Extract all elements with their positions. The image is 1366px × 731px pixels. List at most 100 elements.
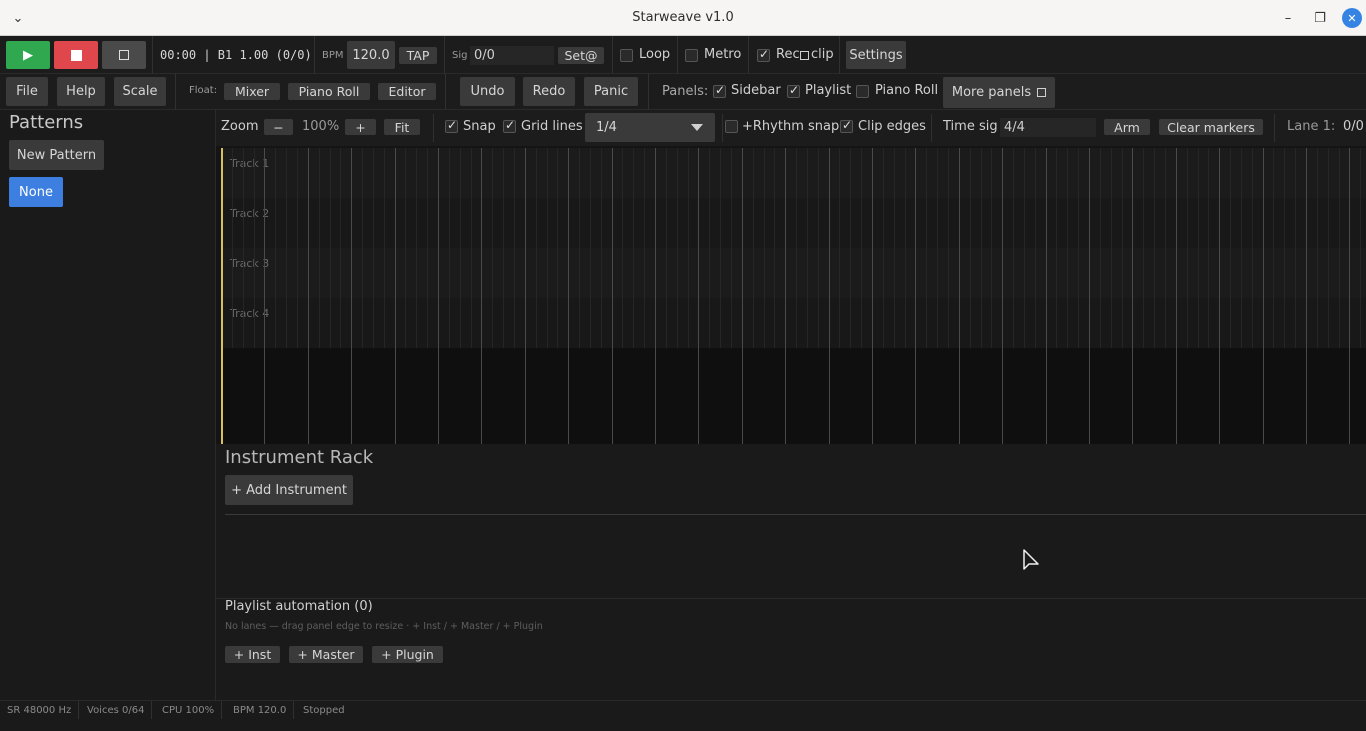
beat-line	[362, 148, 363, 348]
track-lane[interactable]: Track 1	[221, 148, 1366, 198]
new-pattern-button[interactable]: New Pattern	[9, 140, 104, 170]
add-instrument-button[interactable]: + Add Instrument	[225, 475, 353, 505]
track-lane[interactable]: Track 2	[221, 198, 1366, 248]
beat-line	[1143, 148, 1144, 348]
bar-line	[1046, 148, 1047, 444]
beat-line	[384, 148, 385, 348]
beat-line	[601, 148, 602, 348]
arm-button[interactable]: Arm	[1104, 119, 1150, 135]
playhead[interactable]	[221, 148, 223, 444]
clear-markers-button[interactable]: Clear markers	[1159, 119, 1263, 135]
beat-line	[373, 148, 374, 348]
lane-value: 0/0	[1343, 119, 1364, 134]
bar-line	[829, 148, 830, 444]
zoom-label: Zoom	[221, 119, 259, 134]
beat-line	[731, 148, 732, 348]
beat-line	[1339, 148, 1340, 348]
beat-line	[709, 148, 710, 348]
beat-line	[720, 148, 721, 348]
bar-line	[1219, 148, 1220, 444]
settings-button[interactable]: Settings	[846, 41, 906, 69]
rec-clip-checkbox[interactable]	[757, 47, 770, 62]
beat-line	[991, 148, 992, 348]
bar-line	[568, 148, 569, 444]
bar-line	[1132, 148, 1133, 444]
zoom-out-button[interactable]: −	[264, 119, 293, 135]
track-lane[interactable]: Track 4	[221, 298, 1366, 348]
loop-checkbox[interactable]	[620, 49, 633, 62]
clip-edges-label: Clip edges	[858, 119, 926, 134]
title-bar: ⌄ Starweave v1.0 – ❐ ✕	[0, 0, 1366, 36]
panels-label: Panels:	[662, 84, 709, 99]
beat-line	[753, 148, 754, 348]
panel-playlist-checkbox[interactable]	[787, 83, 800, 98]
bar-line	[959, 148, 960, 444]
beat-line	[492, 148, 493, 348]
file-menu[interactable]: File	[6, 77, 48, 106]
beat-line	[839, 148, 840, 348]
cpu-status: CPU 100%	[155, 701, 223, 719]
tap-button[interactable]: TAP	[399, 47, 437, 64]
bar-line	[438, 148, 439, 444]
snap-checkbox[interactable]	[445, 118, 458, 133]
panic-button[interactable]: Panic	[584, 77, 638, 106]
sig-field[interactable]: 0/0	[470, 46, 554, 65]
playlist-grid[interactable]: Track 1 Track 2 Track 3 Track 4	[221, 148, 1366, 444]
add-plugin-automation-button[interactable]: + Plugin	[372, 646, 443, 663]
panel-pianoroll-checkbox[interactable]	[856, 85, 869, 98]
scale-menu[interactable]: Scale	[114, 77, 166, 106]
close-icon[interactable]: ✕	[1342, 8, 1362, 28]
metro-checkbox[interactable]	[685, 49, 698, 62]
playlist-automation-panel: Playlist automation (0) No lanes — drag …	[216, 598, 1366, 700]
float-mixer-button[interactable]: Mixer	[224, 83, 280, 100]
beat-line	[1165, 148, 1166, 348]
set-at-button[interactable]: Set@	[558, 47, 604, 64]
float-label: Float:	[189, 85, 218, 96]
beat-line	[536, 148, 537, 348]
beat-line	[514, 148, 515, 348]
help-menu[interactable]: Help	[57, 77, 105, 106]
pattern-item-none[interactable]: None	[9, 177, 63, 207]
redo-button[interactable]: Redo	[523, 77, 575, 106]
more-panels-button[interactable]: More panels	[943, 77, 1055, 108]
beat-line	[1024, 148, 1025, 348]
panel-playlist-label: Playlist	[805, 83, 852, 98]
instrument-rack-title: Instrument Rack	[225, 447, 374, 468]
record-mode-button[interactable]	[102, 41, 146, 69]
fit-button[interactable]: Fit	[384, 119, 420, 135]
add-master-automation-button[interactable]: + Master	[289, 646, 363, 663]
restore-icon[interactable]: ❐	[1310, 8, 1330, 28]
beat-line	[677, 148, 678, 348]
track-lane[interactable]: Track 3	[221, 248, 1366, 298]
grid-lines-checkbox[interactable]	[503, 118, 516, 133]
float-piano-roll-button[interactable]: Piano Roll	[288, 83, 370, 100]
beat-line	[796, 148, 797, 348]
zoom-in-button[interactable]: +	[345, 119, 376, 135]
rhythm-snap-checkbox[interactable]	[725, 120, 738, 133]
panel-sidebar-checkbox[interactable]	[713, 83, 726, 98]
float-editor-button[interactable]: Editor	[378, 83, 436, 100]
bar-line	[264, 148, 265, 444]
minimize-icon[interactable]: –	[1278, 8, 1298, 28]
bpm-field[interactable]: 120.0	[347, 41, 395, 69]
beat-line	[1035, 148, 1036, 348]
beat-line	[460, 148, 461, 348]
stop-button[interactable]	[54, 41, 98, 69]
bar-line	[1002, 148, 1003, 444]
beat-line	[579, 148, 580, 348]
play-button[interactable]: ▶	[6, 41, 50, 69]
grid-resolution-select[interactable]: 1/4	[585, 113, 715, 142]
undo-button[interactable]: Undo	[460, 77, 515, 106]
clip-edges-checkbox[interactable]	[840, 118, 853, 133]
status-bar: SR 48000 Hz Voices 0/64 CPU 100% BPM 120…	[0, 700, 1366, 731]
beat-line	[427, 148, 428, 348]
bar-line	[872, 148, 873, 444]
beat-line	[547, 148, 548, 348]
menu-bar: File Help Scale Float: Mixer Piano Roll …	[0, 74, 1366, 110]
time-sig-field[interactable]: 4/4	[1000, 118, 1096, 137]
add-inst-automation-button[interactable]: + Inst	[225, 646, 280, 663]
beat-line	[905, 148, 906, 348]
voices-status: Voices 0/64	[80, 701, 153, 719]
beat-line	[1252, 148, 1253, 348]
beat-line	[1284, 148, 1285, 348]
